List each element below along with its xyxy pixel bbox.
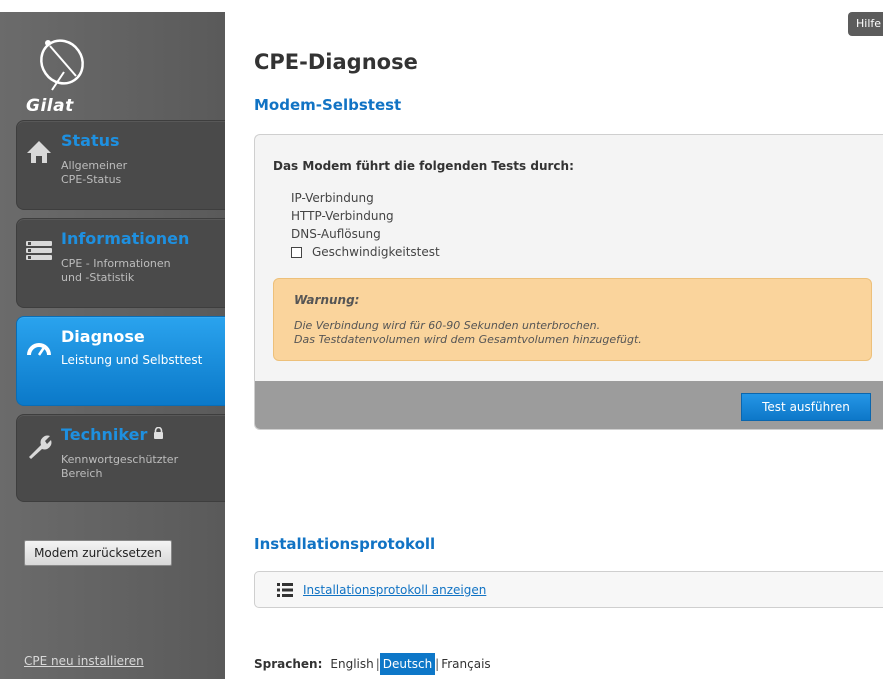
sidebar-item-subtitle: Leistung und Selbsttest: [61, 353, 203, 367]
help-button[interactable]: Hilfe: [848, 12, 883, 36]
app-root: Gilat Status Allgemeiner CPE-Status Info…: [0, 0, 883, 679]
install-log-section-title: Installationsprotokoll: [254, 535, 436, 553]
test-list: IP-Verbindung HTTP-Verbindung DNS-Auflös…: [291, 189, 440, 261]
home-icon: [27, 141, 51, 163]
speedtest-checkbox[interactable]: [291, 246, 302, 258]
subtitle-line: und -Statistik: [61, 271, 135, 284]
page-title: CPE-Diagnose: [254, 50, 418, 74]
sidebar-item-title: Techniker: [61, 425, 164, 444]
sidebar-item-informationen[interactable]: Informationen CPE - Informationen und -S…: [16, 218, 225, 308]
warning-title: Warnung:: [294, 293, 360, 307]
sidebar-item-title: Status: [61, 131, 120, 150]
list-icon: [277, 583, 293, 597]
sidebar-item-subtitle: Allgemeiner CPE-Status: [61, 159, 221, 187]
wrench-icon: [29, 435, 52, 459]
languages-label: Sprachen:: [254, 657, 323, 671]
warning-line: Das Testdatenvolumen wird dem Gesamtvolu…: [294, 333, 642, 346]
speedtest-option[interactable]: Geschwindigkeitstest: [291, 243, 440, 261]
selftest-panel: Das Modem führt die folgenden Tests durc…: [254, 134, 883, 430]
subtitle-line: Allgemeiner: [61, 159, 128, 172]
language-english[interactable]: English: [328, 657, 375, 671]
selftest-section-title: Modem-Selbstest: [254, 96, 402, 114]
subtitle-line: Bereich: [61, 467, 103, 480]
sidebar: Gilat Status Allgemeiner CPE-Status Info…: [0, 12, 225, 679]
run-test-button[interactable]: Test ausführen: [741, 393, 871, 421]
warning-box: Warnung: Die Verbindung wird für 60-90 S…: [273, 278, 872, 361]
reinstall-cpe-link[interactable]: CPE neu installieren: [24, 654, 144, 668]
selftest-intro: Das Modem führt die folgenden Tests durc…: [273, 159, 574, 173]
subtitle-line: CPE-Status: [61, 173, 122, 186]
sidebar-item-techniker[interactable]: Techniker Kennwortgeschützter Bereich: [16, 414, 225, 502]
lock-icon: [154, 427, 164, 439]
sidebar-item-label: Techniker: [61, 425, 148, 444]
sidebar-item-title: Informationen: [61, 229, 190, 248]
warning-line: Die Verbindung wird für 60-90 Sekunden u…: [294, 319, 601, 332]
language-francais[interactable]: Français: [439, 657, 492, 671]
warning-text: Die Verbindung wird für 60-90 Sekunden u…: [294, 319, 642, 347]
subtitle-line: Kennwortgeschützter: [61, 453, 179, 466]
gauge-icon: [27, 343, 51, 356]
sidebar-item-subtitle: Kennwortgeschützter Bereich: [61, 453, 221, 481]
language-deutsch[interactable]: Deutsch: [379, 653, 436, 675]
subtitle-line: CPE - Informationen: [61, 257, 171, 270]
brand-name: Gilat: [26, 96, 74, 116]
sidebar-item-status[interactable]: Status Allgemeiner CPE-Status: [16, 120, 225, 210]
list-item: DNS-Auflösung: [291, 227, 381, 241]
language-selector: Sprachen: English | Deutsch | Français: [254, 653, 493, 675]
sidebar-item-diagnose[interactable]: Diagnose Leistung und Selbsttest: [16, 316, 225, 406]
sidebar-item-subtitle: CPE - Informationen und -Statistik: [61, 257, 221, 285]
sidebar-item-title: Diagnose: [61, 327, 145, 346]
reset-modem-button[interactable]: Modem zurücksetzen: [24, 540, 172, 566]
list-item: HTTP-Verbindung: [291, 209, 394, 223]
panel-footer: Test ausführen: [255, 381, 883, 429]
show-install-log-link[interactable]: Installationsprotokoll anzeigen: [303, 583, 486, 597]
list-item: IP-Verbindung: [291, 191, 374, 205]
list-icon: [26, 241, 52, 260]
install-log-box: Installationsprotokoll anzeigen: [254, 571, 883, 608]
speedtest-label: Geschwindigkeitstest: [312, 245, 440, 259]
gilat-logo: Gilat: [22, 32, 102, 116]
